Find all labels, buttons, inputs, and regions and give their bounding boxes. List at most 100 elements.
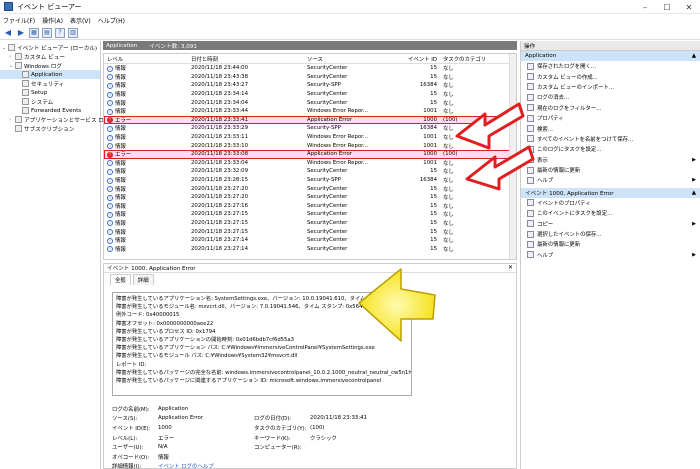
- col-datetime[interactable]: 日付と時刻: [188, 55, 304, 63]
- table-row[interactable]: i 情報 2020/11/18 23:27:16 SecurityCenter 15 なし: [104, 202, 516, 211]
- action-item[interactable]: このイベントにタスクを設定...: [521, 208, 700, 218]
- event-log-help-link[interactable]: イベント ログのヘルプ: [158, 462, 254, 469]
- tree-item[interactable]: ⌄ Windows ログ: [0, 61, 100, 70]
- table-row[interactable]: i 情報 2020/11/18 23:27:14 SecurityCenter 15 なし: [104, 236, 516, 245]
- table-row[interactable]: i 情報 2020/11/18 23:34:04 SecurityCenter 15 なし: [104, 98, 516, 107]
- grid-scrollbar[interactable]: [509, 54, 516, 259]
- tab-details[interactable]: 詳細: [132, 274, 154, 285]
- action-pane-icon[interactable]: ▥: [68, 27, 78, 38]
- cell-event-id: 15: [430, 73, 437, 80]
- minimize-button[interactable]: –: [634, 0, 656, 14]
- table-row[interactable]: i 情報 2020/11/18 23:33:11 Windows Error Repo…: [104, 133, 516, 142]
- action-item[interactable]: 保存されたログを開く...: [521, 61, 700, 71]
- tree-item[interactable]: Application: [0, 70, 100, 79]
- event-detail-pane: イベント 1000, Application Error ✕ 全般 詳細 障害が…: [103, 263, 517, 469]
- tree-item[interactable]: › カスタム ビュー: [0, 52, 100, 61]
- tree-item[interactable]: › アプリケーションとサービス ログ: [0, 115, 110, 124]
- folder-icon: [15, 62, 22, 69]
- action-label: ヘルプ: [537, 252, 554, 259]
- table-row[interactable]: i 情報 2020/11/18 23:27:15 SecurityCenter 15 なし: [104, 219, 516, 228]
- tree-item[interactable]: Setup: [0, 88, 100, 97]
- tab-general[interactable]: 全般: [110, 274, 131, 285]
- maximize-button[interactable]: ☐: [656, 0, 678, 14]
- action-item[interactable]: 最新の情報に更新: [521, 239, 700, 249]
- table-row[interactable]: i 情報 2020/11/18 23:27:15 SecurityCenter 15 なし: [104, 227, 516, 236]
- cell-task-category: なし: [443, 195, 454, 202]
- table-row[interactable]: i 情報 2020/11/18 23:43:27 Security-SPP 16384 な…: [104, 81, 516, 90]
- event-description[interactable]: 障害が発生しているアプリケーション名: SystemSettings.exe、バ…: [112, 292, 412, 396]
- error-icon: !: [107, 151, 113, 158]
- action-item[interactable]: コピー ▶: [521, 218, 700, 228]
- action-icon: [527, 62, 534, 70]
- table-row[interactable]: i 情報 2020/11/18 23:28:15 Security-SPP 16384 な…: [104, 176, 516, 185]
- table-row[interactable]: i 情報 2020/11/18 23:43:38 SecurityCenter 15 なし: [104, 73, 516, 82]
- col-level[interactable]: レベル: [104, 55, 188, 63]
- info-icon: i: [107, 74, 113, 81]
- cell-source: SecurityCenter: [307, 99, 348, 106]
- console-tree-icon[interactable]: ▦: [29, 27, 39, 38]
- action-item[interactable]: ヘルプ ▶: [521, 175, 700, 185]
- table-row[interactable]: i 情報 2020/11/18 23:27:15 SecurityCenter 15 なし: [104, 210, 516, 219]
- help-icon[interactable]: ?: [55, 27, 65, 38]
- table-row[interactable]: ! エラー 2020/11/18 23:33:08 Application Error…: [104, 149, 516, 159]
- cell-level: i 情報: [104, 176, 188, 184]
- table-row[interactable]: i 情報 2020/11/18 23:33:29 Security-SPP 16384 な…: [104, 124, 516, 133]
- table-row[interactable]: i 情報 2020/11/18 23:32:09 SecurityCenter 15 なし: [104, 167, 516, 176]
- table-row[interactable]: i 情報 2020/11/18 23:27:20 SecurityCenter 15 なし: [104, 184, 516, 193]
- property-row: オペコード(O): 情報: [112, 452, 472, 462]
- action-item[interactable]: 現在のログをフィルター...: [521, 103, 700, 113]
- action-item[interactable]: イベントのプロパティ: [521, 198, 700, 208]
- tree-item[interactable]: システム: [0, 97, 100, 106]
- col-task-category[interactable]: タスクのカテゴリ: [440, 55, 500, 63]
- action-item[interactable]: 最新の情報に更新: [521, 165, 700, 175]
- cell-datetime: 2020/11/18 23:32:09: [191, 168, 248, 175]
- table-row[interactable]: i 情報 2020/11/18 23:27:14 SecurityCenter 15 なし: [104, 244, 516, 253]
- actions-section-event[interactable]: イベント 1000, Application Error ▲: [521, 187, 700, 198]
- menu-file[interactable]: ファイル(F): [3, 16, 35, 25]
- cell-level: i 情報: [104, 73, 188, 81]
- action-item[interactable]: プロパティ: [521, 113, 700, 123]
- action-item[interactable]: 検索...: [521, 123, 700, 133]
- tree-item[interactable]: Forwarded Events: [0, 106, 100, 115]
- table-row[interactable]: i 情報 2020/11/18 23:44:00 SecurityCenter 15 なし: [104, 64, 516, 73]
- table-row[interactable]: ! エラー 2020/11/18 23:33:41 Application Error…: [104, 115, 516, 125]
- action-label: 最新の情報に更新: [537, 242, 581, 249]
- cell-source: SecurityCenter: [307, 65, 348, 72]
- tree-item[interactable]: ⌄ イベント ビューアー (ローカル): [0, 43, 100, 52]
- actions-section-label: イベント 1000, Application Error: [525, 190, 614, 197]
- col-event-id[interactable]: イベント ID: [404, 55, 440, 63]
- action-item[interactable]: カスタム ビューの作成...: [521, 71, 700, 81]
- action-item[interactable]: すべてのイベントを名前をつけて保存...: [521, 134, 700, 144]
- action-item[interactable]: ヘルプ ▶: [521, 250, 700, 260]
- table-row[interactable]: i 情報 2020/11/18 23:27:20 SecurityCenter 15 なし: [104, 193, 516, 202]
- action-item[interactable]: カスタム ビューのインポート...: [521, 82, 700, 92]
- action-item[interactable]: 表示 ▶: [521, 155, 700, 165]
- description-line: 障害が発生しているパッケージに関連するアプリケーション ID: microsof…: [116, 378, 382, 385]
- level-text: エラー: [115, 152, 132, 159]
- close-button[interactable]: ✕: [678, 0, 700, 14]
- property-value: エラー: [158, 435, 175, 442]
- action-item[interactable]: 選択したイベントの保存...: [521, 229, 700, 239]
- level-text: 情報: [115, 195, 126, 202]
- action-icon: [527, 209, 534, 217]
- property-label: オペコード(O):: [112, 454, 150, 461]
- menu-action[interactable]: 操作(A): [42, 16, 63, 25]
- action-item[interactable]: このログにタスクを設定...: [521, 144, 700, 154]
- back-icon[interactable]: ◀: [3, 28, 13, 38]
- table-row[interactable]: i 情報 2020/11/18 23:33:10 Windows Error Repo…: [104, 141, 516, 150]
- menu-help[interactable]: ヘルプ(H): [98, 16, 125, 25]
- table-row[interactable]: i 情報 2020/11/18 23:34:14 SecurityCenter 15 なし: [104, 90, 516, 99]
- detail-close-icon[interactable]: ✕: [508, 264, 513, 271]
- action-icon: [527, 104, 534, 112]
- forward-icon[interactable]: ▶: [16, 28, 26, 38]
- table-row[interactable]: i 情報 2020/11/18 23:33:04 Windows Error Repo…: [104, 159, 516, 168]
- tree-item[interactable]: サブスクリプション: [0, 124, 100, 133]
- menu-view[interactable]: 表示(V): [70, 16, 91, 25]
- action-item[interactable]: ログの消去...: [521, 92, 700, 102]
- tree-item[interactable]: セキュリティ: [0, 79, 100, 88]
- table-row[interactable]: i 情報 2020/11/18 23:33:44 Windows Error Repo…: [104, 107, 516, 116]
- properties-icon[interactable]: ▤: [42, 27, 52, 38]
- actions-section-application[interactable]: Application ▲: [521, 51, 700, 61]
- col-source[interactable]: ソース: [304, 55, 404, 63]
- cell-datetime: 2020/11/18 23:43:38: [191, 73, 248, 80]
